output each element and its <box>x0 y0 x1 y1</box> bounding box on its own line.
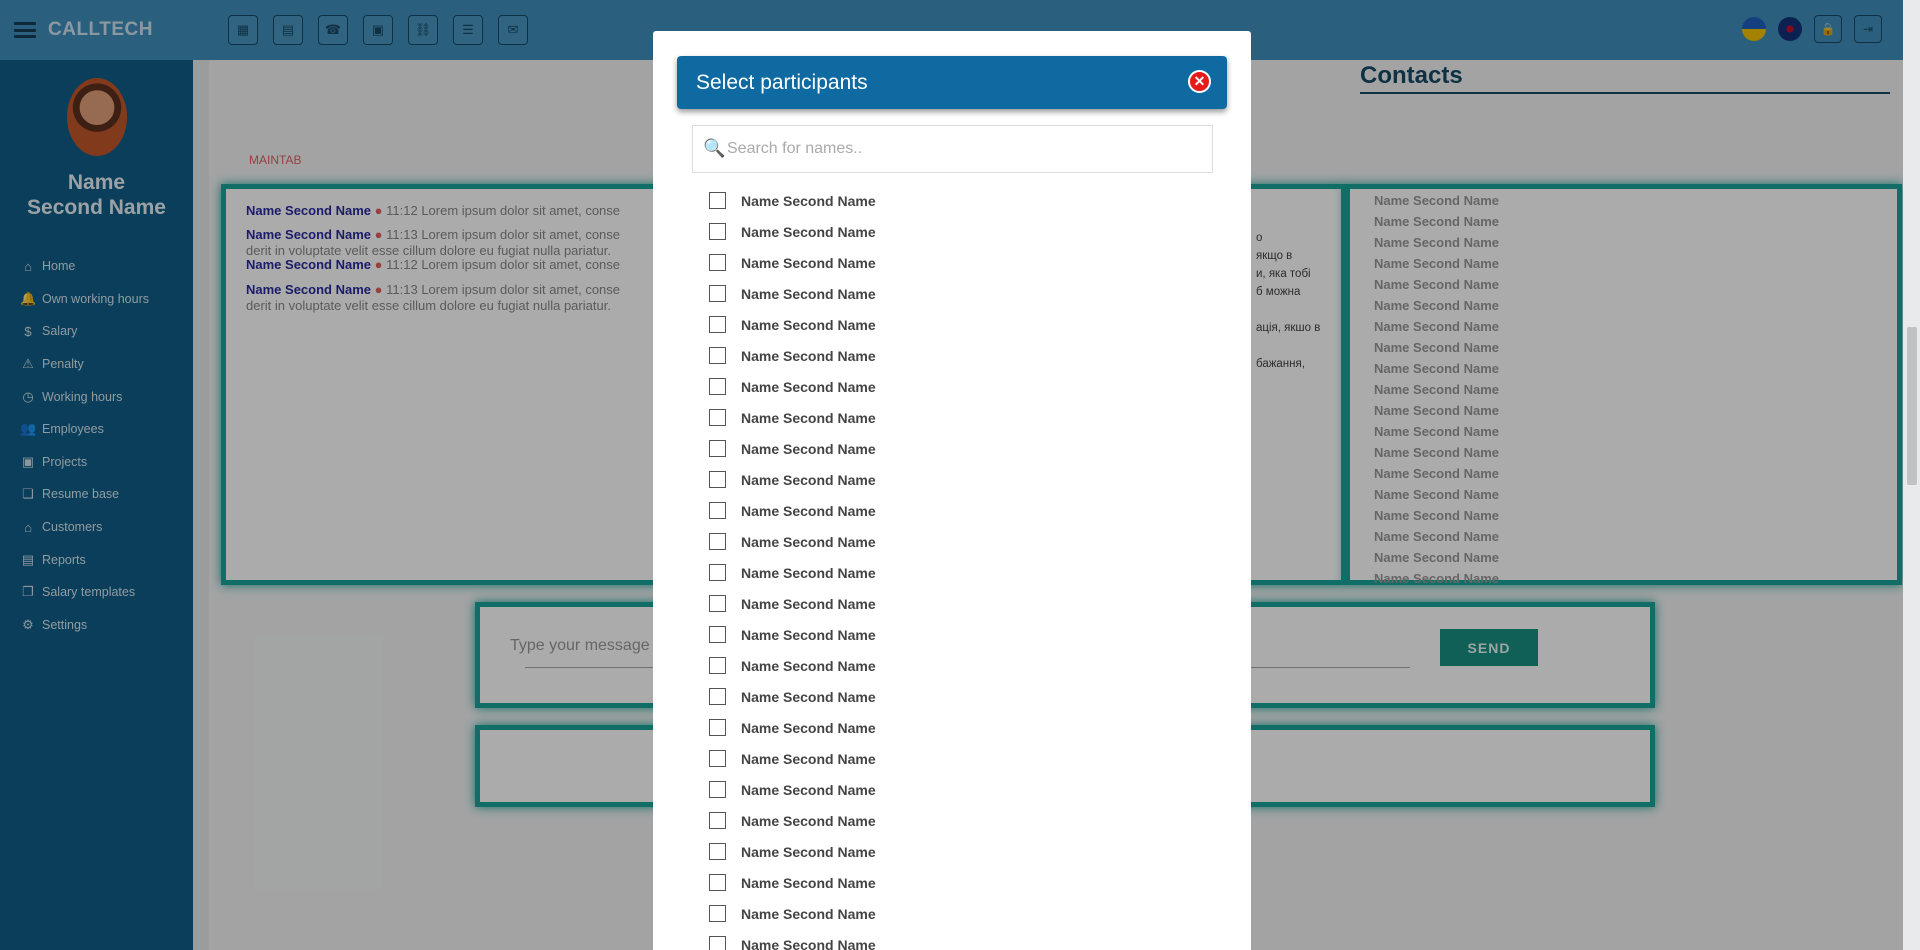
participant-checkbox[interactable] <box>709 378 726 395</box>
participant-row[interactable]: Name Second Name <box>709 867 1209 898</box>
modal-header: Select participants ✕ <box>677 56 1227 109</box>
participant-name: Name Second Name <box>741 254 876 271</box>
participant-name: Name Second Name <box>741 471 876 488</box>
participant-row[interactable]: Name Second Name <box>709 712 1209 743</box>
participant-row[interactable]: Name Second Name <box>709 588 1209 619</box>
participant-row[interactable]: Name Second Name <box>709 309 1209 340</box>
participant-name: Name Second Name <box>741 781 876 798</box>
participant-name: Name Second Name <box>741 378 876 395</box>
participant-checkbox[interactable] <box>709 564 726 581</box>
participant-search: 🔍 <box>692 125 1213 173</box>
participant-checkbox[interactable] <box>709 843 726 860</box>
participant-name: Name Second Name <box>741 316 876 333</box>
participant-checkbox[interactable] <box>709 812 726 829</box>
participant-row[interactable]: Name Second Name <box>709 619 1209 650</box>
participant-checkbox[interactable] <box>709 316 726 333</box>
search-icon: 🔍 <box>703 138 726 158</box>
participant-row[interactable]: Name Second Name <box>709 495 1209 526</box>
participant-name: Name Second Name <box>741 192 876 209</box>
participant-row[interactable]: Name Second Name <box>709 526 1209 557</box>
participant-row[interactable]: Name Second Name <box>709 836 1209 867</box>
participant-row[interactable]: Name Second Name <box>709 898 1209 929</box>
participant-row[interactable]: Name Second Name <box>709 402 1209 433</box>
participant-row[interactable]: Name Second Name <box>709 278 1209 309</box>
participant-name: Name Second Name <box>741 285 876 302</box>
participant-name: Name Second Name <box>741 595 876 612</box>
participant-checkbox[interactable] <box>709 595 726 612</box>
participant-name: Name Second Name <box>741 719 876 736</box>
participant-row[interactable]: Name Second Name <box>709 185 1209 216</box>
participant-name: Name Second Name <box>741 502 876 519</box>
participant-name: Name Second Name <box>741 812 876 829</box>
participant-row[interactable]: Name Second Name <box>709 340 1209 371</box>
participant-name: Name Second Name <box>741 347 876 364</box>
participant-name: Name Second Name <box>741 657 876 674</box>
participant-checkbox[interactable] <box>709 502 726 519</box>
participant-row[interactable]: Name Second Name <box>709 929 1209 950</box>
participant-row[interactable]: Name Second Name <box>709 247 1209 278</box>
participant-checkbox[interactable] <box>709 192 726 209</box>
participant-name: Name Second Name <box>741 626 876 643</box>
participant-checkbox[interactable] <box>709 750 726 767</box>
participant-name: Name Second Name <box>741 409 876 426</box>
participant-checkbox[interactable] <box>709 285 726 302</box>
participant-checkbox[interactable] <box>709 936 726 950</box>
participant-checkbox[interactable] <box>709 626 726 643</box>
participant-checkbox[interactable] <box>709 409 726 426</box>
participant-name: Name Second Name <box>741 874 876 891</box>
participant-name: Name Second Name <box>741 843 876 860</box>
participant-checkbox[interactable] <box>709 254 726 271</box>
participant-search-input[interactable] <box>727 126 1207 172</box>
participant-checkbox[interactable] <box>709 781 726 798</box>
participant-checkbox[interactable] <box>709 347 726 364</box>
participant-row[interactable]: Name Second Name <box>709 433 1209 464</box>
participant-name: Name Second Name <box>741 223 876 240</box>
page-scrollbar[interactable] <box>1903 0 1920 950</box>
participant-name: Name Second Name <box>741 533 876 550</box>
participant-checkbox[interactable] <box>709 440 726 457</box>
participant-checkbox[interactable] <box>709 688 726 705</box>
select-participants-modal: Select participants ✕ 🔍 Name Second Name… <box>653 31 1251 950</box>
participant-checkbox[interactable] <box>709 874 726 891</box>
participant-name: Name Second Name <box>741 750 876 767</box>
page-scrollbar-thumb[interactable] <box>1907 327 1917 485</box>
participant-name: Name Second Name <box>741 564 876 581</box>
participant-row[interactable]: Name Second Name <box>709 216 1209 247</box>
participant-checkbox[interactable] <box>709 471 726 488</box>
participant-checkbox[interactable] <box>709 223 726 240</box>
participant-name: Name Second Name <box>741 688 876 705</box>
participant-row[interactable]: Name Second Name <box>709 557 1209 588</box>
participant-row[interactable]: Name Second Name <box>709 681 1209 712</box>
participant-checkbox[interactable] <box>709 719 726 736</box>
participant-checkbox[interactable] <box>709 905 726 922</box>
participant-row[interactable]: Name Second Name <box>709 805 1209 836</box>
participant-name: Name Second Name <box>741 440 876 457</box>
participant-name: Name Second Name <box>741 936 876 950</box>
participant-checkbox[interactable] <box>709 657 726 674</box>
participant-list: Name Second Name Name Second Name Name Sec… <box>709 185 1209 950</box>
participant-row[interactable]: Name Second Name <box>709 464 1209 495</box>
participant-row[interactable]: Name Second Name <box>709 650 1209 681</box>
participant-checkbox[interactable] <box>709 533 726 550</box>
close-icon[interactable]: ✕ <box>1188 70 1211 93</box>
participant-row[interactable]: Name Second Name <box>709 774 1209 805</box>
modal-title: Select participants <box>696 71 868 94</box>
participant-row[interactable]: Name Second Name <box>709 371 1209 402</box>
participant-row[interactable]: Name Second Name <box>709 743 1209 774</box>
participant-name: Name Second Name <box>741 905 876 922</box>
